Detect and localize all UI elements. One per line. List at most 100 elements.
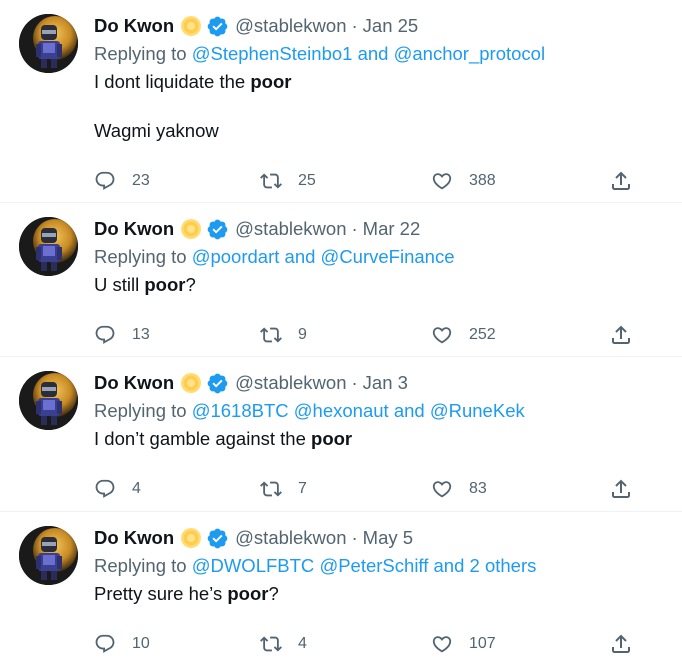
handle[interactable]: @stablekwon — [235, 218, 346, 240]
tweet-header: Do Kwon @stablekwon · Jan 25 — [94, 12, 642, 40]
mention-link[interactable]: @PeterSchiff — [319, 555, 428, 576]
tweet-date[interactable]: May 5 — [363, 527, 413, 549]
handle[interactable]: @stablekwon — [235, 527, 346, 549]
reply-button[interactable]: 23 — [94, 170, 150, 192]
share-icon — [609, 632, 633, 656]
retweet-button[interactable]: 4 — [260, 633, 307, 655]
tweet-header: Do Kwon @stablekwon · Jan 3 — [94, 369, 642, 397]
avatar[interactable] — [19, 14, 78, 73]
sun-emoji-icon — [180, 372, 202, 394]
replying-to-label: Replying to — [94, 43, 187, 64]
retweet-icon — [260, 324, 282, 346]
verified-badge-icon — [206, 15, 229, 38]
share-button[interactable] — [609, 169, 633, 193]
tweet[interactable]: Do Kwon @stablekwon · May 5 Replying to … — [0, 512, 682, 665]
display-name[interactable]: Do Kwon — [94, 527, 174, 549]
replying-to-label: Replying to — [94, 555, 187, 576]
reply-button[interactable]: 13 — [94, 324, 150, 346]
tweet-content: Do Kwon @stablekwon · Jan 3 Replying to … — [94, 369, 642, 453]
separator-dot: · — [351, 527, 358, 548]
retweet-count: 9 — [298, 326, 307, 343]
mention-link[interactable]: @RuneKek — [430, 400, 525, 421]
reply-button[interactable]: 4 — [94, 478, 141, 500]
heart-icon — [431, 324, 453, 346]
sun-emoji-icon — [180, 218, 202, 240]
tweet-content: Do Kwon @stablekwon · Mar 22 Replying to… — [94, 215, 642, 299]
replying-to: Replying to @DWOLFBTC @PeterSchiff and 2… — [94, 552, 642, 580]
tweet-text: Wagmi yaknow — [94, 117, 642, 145]
like-count: 252 — [469, 326, 496, 343]
reply-count: 13 — [132, 326, 150, 343]
replying-to-label: Replying to — [94, 246, 187, 267]
retweet-count: 4 — [298, 635, 307, 652]
like-button[interactable]: 107 — [431, 633, 496, 655]
mention-joiner[interactable]: and — [285, 246, 316, 267]
mention-link[interactable]: @anchor_protocol — [394, 43, 545, 64]
separator-dot: · — [351, 218, 358, 239]
retweet-button[interactable]: 9 — [260, 324, 307, 346]
tweet-header: Do Kwon @stablekwon · May 5 — [94, 524, 642, 552]
tweet-actions: 10 4 107 — [94, 631, 642, 657]
replying-to: Replying to @1618BTC @hexonaut and @Rune… — [94, 397, 642, 425]
like-button[interactable]: 83 — [431, 478, 487, 500]
retweet-icon — [260, 170, 282, 192]
handle[interactable]: @stablekwon — [235, 15, 346, 37]
text-segment: Wagmi yaknow — [94, 120, 219, 141]
verified-badge-icon — [206, 527, 229, 550]
mention-link[interactable]: @StephenSteinbo1 — [192, 43, 353, 64]
mention-joiner[interactable]: and — [394, 400, 425, 421]
display-name[interactable]: Do Kwon — [94, 15, 174, 37]
like-count: 107 — [469, 635, 496, 652]
mention-link[interactable]: @CurveFinance — [321, 246, 455, 267]
display-name[interactable]: Do Kwon — [94, 218, 174, 240]
like-button[interactable]: 388 — [431, 170, 496, 192]
mention-link[interactable]: @hexonaut — [294, 400, 389, 421]
tweet-text: I don’t gamble against the poor — [94, 425, 642, 453]
mention-link[interactable]: @DWOLFBTC — [192, 555, 315, 576]
share-button[interactable] — [609, 323, 633, 347]
verified-badge-icon — [206, 218, 229, 241]
share-button[interactable] — [609, 632, 633, 656]
tweet-date[interactable]: Mar 22 — [363, 218, 421, 240]
reply-button[interactable]: 10 — [94, 633, 150, 655]
tweet-date[interactable]: Jan 3 — [363, 372, 408, 394]
like-count: 83 — [469, 480, 487, 497]
mention-link[interactable]: @1618BTC — [192, 400, 289, 421]
retweet-button[interactable]: 25 — [260, 170, 316, 192]
text-segment: Pretty sure he’s — [94, 583, 228, 604]
avatar[interactable] — [19, 371, 78, 430]
tweet-feed: Do Kwon @stablekwon · Jan 25 Replying to… — [0, 0, 682, 665]
text-segment: I dont liquidate the — [94, 71, 251, 92]
reply-icon — [94, 170, 116, 192]
replying-to: Replying to @poordart and @CurveFinance — [94, 243, 642, 271]
text-segment: ? — [268, 583, 279, 604]
display-name[interactable]: Do Kwon — [94, 372, 174, 394]
tweet-text: Pretty sure he’s poor? — [94, 580, 642, 608]
tweet[interactable]: Do Kwon @stablekwon · Jan 25 Replying to… — [0, 0, 682, 203]
tweet-actions: 4 7 83 — [94, 476, 642, 502]
avatar[interactable] — [19, 526, 78, 585]
bold-text: poor — [144, 274, 186, 295]
share-icon — [609, 169, 633, 193]
retweet-icon — [260, 633, 282, 655]
tweet-text: U still poor? — [94, 271, 642, 299]
retweet-icon — [260, 478, 282, 500]
tweet-date[interactable]: Jan 25 — [363, 15, 419, 37]
reply-count: 10 — [132, 635, 150, 652]
like-button[interactable]: 252 — [431, 324, 496, 346]
sun-emoji-icon — [180, 15, 202, 37]
tweet-actions: 13 9 252 — [94, 322, 642, 348]
avatar[interactable] — [19, 217, 78, 276]
mention-link[interactable]: @poordart — [192, 246, 280, 267]
share-button[interactable] — [609, 477, 633, 501]
tweet[interactable]: Do Kwon @stablekwon · Mar 22 Replying to… — [0, 203, 682, 357]
bold-text: poor — [250, 71, 292, 92]
reply-count: 4 — [132, 480, 141, 497]
like-count: 388 — [469, 172, 496, 189]
mention-joiner[interactable]: and — [358, 43, 389, 64]
tweet-text: I dont liquidate the poor — [94, 68, 642, 96]
others-link[interactable]: and 2 others — [434, 555, 537, 576]
retweet-button[interactable]: 7 — [260, 478, 307, 500]
tweet[interactable]: Do Kwon @stablekwon · Jan 3 Replying to … — [0, 357, 682, 512]
handle[interactable]: @stablekwon — [235, 372, 346, 394]
